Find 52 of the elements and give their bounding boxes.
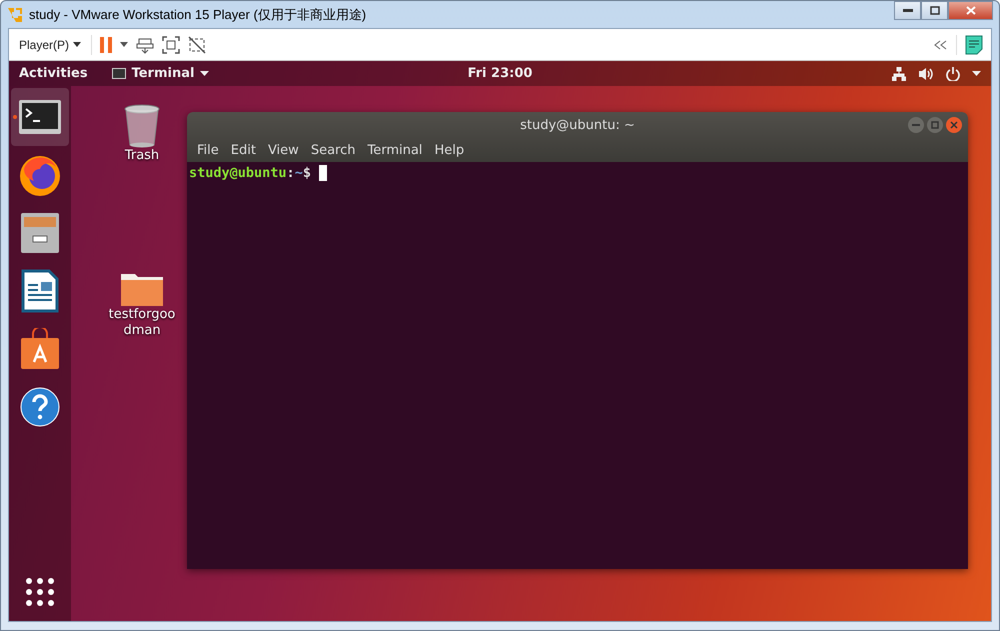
folder-icon	[120, 271, 164, 307]
shell-prompt: study@ubuntu:~$	[189, 165, 311, 181]
maximize-button[interactable]	[921, 1, 948, 20]
note-icon[interactable]	[965, 34, 983, 54]
dock-item[interactable]	[11, 88, 69, 146]
collapse-icon[interactable]	[934, 40, 948, 50]
close-icon	[966, 6, 976, 15]
clock[interactable]: Fri 23:00	[468, 66, 532, 81]
terminal-title: study@ubuntu: ~	[520, 118, 635, 132]
fullscreen-icon[interactable]	[162, 36, 180, 54]
menu-item[interactable]: Search	[304, 142, 362, 158]
caret-icon	[200, 71, 210, 76]
maximize-icon	[931, 121, 939, 129]
minimize-button[interactable]	[894, 1, 921, 20]
app-grid-icon[interactable]	[25, 577, 55, 607]
power-icon[interactable]	[946, 66, 960, 80]
desktop-icon-label[interactable]: Trash	[105, 148, 179, 164]
unity-mode-icon[interactable]	[188, 36, 206, 54]
close-icon	[950, 121, 958, 129]
menu-item[interactable]: Terminal	[361, 142, 428, 158]
browser-globe-icon	[18, 153, 62, 197]
text-cursor	[318, 165, 327, 181]
window-title: study - VMware Workstation 15 Player (仅用于非商业用途)	[29, 6, 368, 24]
document-icon	[21, 269, 59, 313]
file-cabinet-icon	[20, 212, 60, 254]
menu-item[interactable]: File	[191, 142, 225, 158]
desktop-icon-label[interactable]: testforgoodman	[105, 307, 179, 339]
menu-item[interactable]: Help	[428, 142, 470, 158]
send-keys-icon[interactable]	[136, 36, 154, 54]
caret-icon[interactable]	[972, 71, 981, 76]
app-menu[interactable]: Terminal	[112, 66, 210, 81]
menu-item[interactable]: View	[262, 142, 305, 158]
trash-icon	[124, 104, 160, 148]
menu-item[interactable]: Edit	[224, 142, 262, 158]
close-button[interactable]	[946, 117, 962, 133]
close-button[interactable]	[948, 1, 993, 20]
minimize-icon	[912, 124, 920, 126]
maximize-icon	[930, 6, 940, 15]
terminal-body[interactable]: study@ubuntu:~$	[187, 162, 968, 569]
caret-icon	[73, 42, 82, 47]
terminal-icon	[18, 99, 62, 135]
vm-logo-icon	[7, 6, 23, 22]
player-menu[interactable]: Player(P)	[17, 36, 84, 54]
help-icon	[20, 387, 60, 427]
volume-icon[interactable]	[918, 66, 934, 80]
pause-icon[interactable]	[100, 36, 112, 52]
minimize-icon	[902, 8, 912, 12]
shopping-bag-icon	[20, 328, 60, 370]
caret-icon[interactable]	[120, 42, 128, 47]
terminal-icon	[112, 68, 126, 79]
network-icon[interactable]	[892, 66, 906, 80]
activities-button[interactable]: Activities	[19, 66, 88, 81]
